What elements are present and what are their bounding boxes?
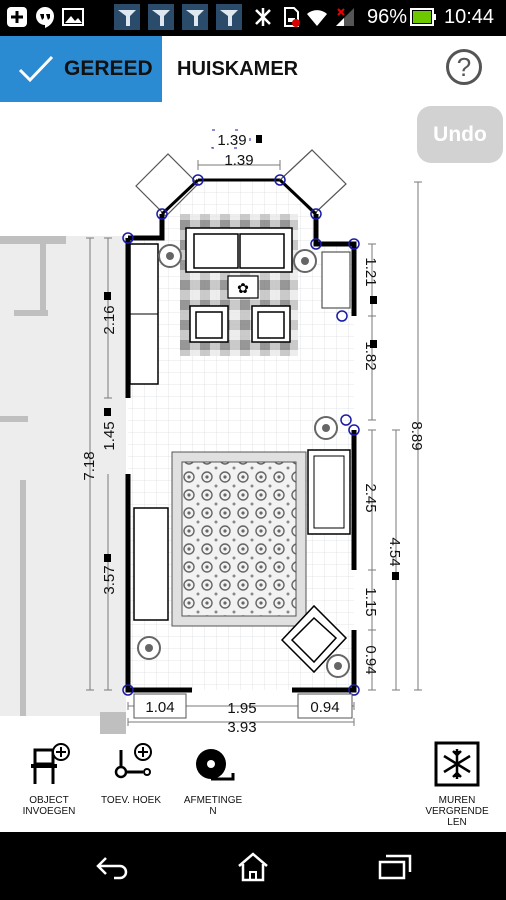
armchair-right[interactable] (251, 305, 291, 343)
measurements-label-2: N (209, 806, 217, 817)
dim-bottom-total: 3.93 (227, 719, 256, 734)
lamp-icon[interactable] (137, 636, 161, 660)
armchair-left[interactable] (189, 305, 229, 343)
dim-bottom-left[interactable]: 1.04 (133, 693, 187, 719)
battery-percent: 96% (367, 6, 408, 28)
status-bar: 96% 10:44 (0, 0, 506, 36)
lock-icon (392, 572, 399, 580)
dim-right-lower-c: 0.94 (362, 645, 379, 674)
done-label: GEREED (64, 57, 153, 80)
app-icon (216, 4, 242, 30)
app-icon (182, 4, 208, 30)
sofa[interactable] (185, 227, 293, 273)
dim-left-top: 2.16 (101, 305, 118, 334)
dim-top-wall-b: 1.39 (224, 152, 253, 169)
home-icon[interactable] (233, 850, 273, 882)
dim-top-wall-a[interactable]: 1.39 (211, 129, 262, 149)
action-bar: GEREED HUISKAMER ? (0, 36, 506, 104)
help-icon: ? (456, 51, 472, 82)
lock-icon (370, 340, 377, 348)
lock-icon (104, 292, 111, 300)
measurements-button[interactable]: AFMETINGE N (168, 740, 258, 817)
dim-bottom-mid: 1.95 (227, 700, 256, 717)
wifi-icon (307, 10, 327, 26)
image-icon (62, 8, 84, 26)
dim-left-total: 7.18 (81, 451, 98, 480)
lamp-icon[interactable] (314, 416, 338, 440)
lamp-icon[interactable] (293, 249, 317, 273)
app-icon (114, 4, 140, 30)
navigation-bar (0, 832, 506, 900)
tape-measure-icon (196, 749, 235, 781)
svg-text:1.39: 1.39 (217, 132, 246, 149)
measurements-label-1: AFMETINGE (183, 795, 243, 806)
lock-icon (256, 135, 262, 143)
dim-left-mid: 1.45 (101, 421, 118, 450)
bottom-toolbar: OBJECT INVOEGEN TOEV. HOEK AFMETINGE N M… (0, 734, 506, 832)
clock: 10:44 (444, 6, 495, 28)
recent-apps-icon[interactable] (374, 850, 414, 882)
snowflake-icon (434, 741, 480, 787)
cabinet-left-bottom[interactable] (133, 507, 169, 621)
add-object-label-1: OBJECT (29, 795, 69, 806)
bluetooth-icon (255, 8, 271, 26)
lock-icon (104, 408, 111, 416)
undo-label: Undo (433, 122, 487, 146)
add-corner-label: TOEV. HOEK (100, 795, 162, 806)
dim-right-total: 8.89 (408, 421, 425, 450)
dim-right-lower-total: 4.54 (386, 537, 403, 566)
back-icon[interactable] (92, 850, 132, 882)
dim-left-bottom: 3.57 (101, 565, 118, 594)
add-corner-icon (114, 743, 152, 779)
signal-icon (336, 8, 354, 26)
svg-text:1.04: 1.04 (145, 699, 174, 716)
sd-icon (284, 7, 300, 27)
done-button[interactable]: GEREED (0, 36, 162, 102)
lamp-icon[interactable] (326, 654, 350, 678)
app-icon (148, 4, 174, 30)
battery-icon (410, 8, 436, 26)
add-object-label-2: INVOEGEN (22, 806, 76, 817)
add-object-button[interactable]: OBJECT INVOEGEN (4, 740, 94, 817)
dim-right-top: 1.21 (362, 257, 379, 286)
add-corner-button[interactable]: TOEV. HOEK (86, 740, 176, 806)
dim-right-lower-a: 2.45 (362, 483, 379, 512)
lock-icon (370, 296, 377, 304)
rug-patterned[interactable] (171, 451, 307, 627)
add-icon (7, 7, 27, 27)
dim-right-lower-b: 1.15 (362, 587, 379, 616)
checkmark-icon (18, 55, 54, 83)
help-button[interactable]: ? (446, 49, 482, 85)
chair-add-icon (31, 743, 70, 784)
dim-bottom-right[interactable]: 0.94 (297, 693, 353, 719)
svg-text:0.94: 0.94 (310, 699, 339, 716)
cabinet-right-top[interactable] (321, 251, 351, 309)
hangouts-icon (36, 7, 54, 28)
plant-icon: ✿ (237, 280, 249, 296)
floor-plan-canvas[interactable]: ✿ 1.39 1.39 2.16 1.45 7.18 3.57 1.21 1.8… (0, 104, 506, 734)
room-title: HUISKAMER (177, 58, 299, 80)
lock-walls-button[interactable]: MUREN VERGRENDE LEN (412, 740, 502, 828)
lock-walls-label-1: MUREN (438, 795, 476, 806)
lock-walls-label-2: VERGRENDE (425, 806, 489, 817)
undo-button[interactable]: Undo (417, 106, 503, 163)
lamp-icon[interactable] (158, 244, 182, 268)
lock-icon (104, 554, 111, 562)
lock-walls-label-3: LEN (447, 817, 467, 828)
